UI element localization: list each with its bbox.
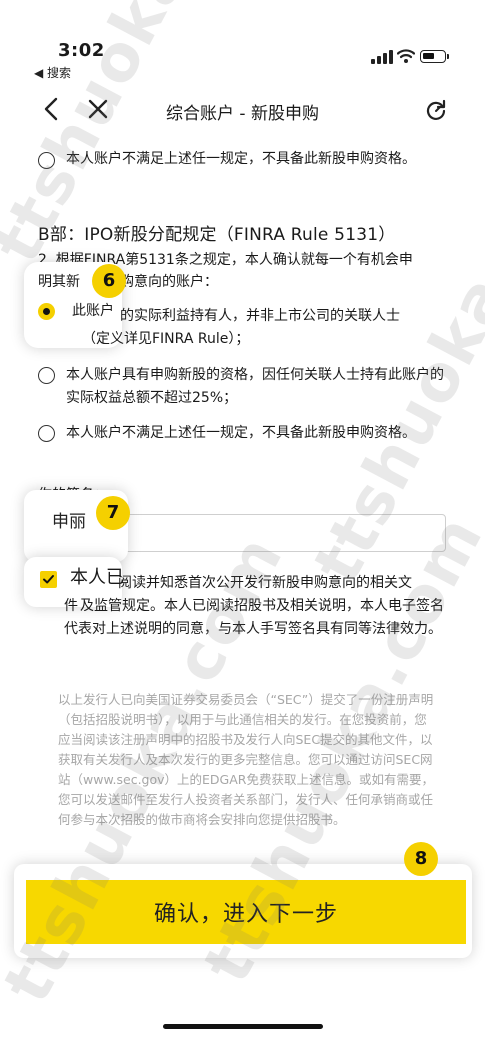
tutorial-step-badge-7: 7 [96, 496, 130, 530]
radio-option-not-related-person[interactable] [38, 303, 55, 320]
wifi-icon [397, 49, 415, 63]
cellular-signal-icon [371, 50, 393, 64]
battery-icon [420, 50, 449, 63]
part-b-title: B部：IPO新股分配规定（FINRA Rule 5131） [38, 225, 396, 245]
checkmark-icon [43, 575, 54, 584]
agreement-label-highlight: 本人已 [70, 567, 124, 588]
part-b-intro-line2-end: 购意向的账户： [120, 274, 218, 290]
radio-option-part-b-not-eligible[interactable] [38, 425, 55, 442]
home-indicator [163, 1024, 323, 1029]
option1-label-prefix: 此账户 [72, 303, 114, 319]
tutorial-step-badge-6: 6 [92, 264, 126, 298]
refresh-icon[interactable] [424, 98, 448, 122]
option-part-a-not-eligible-label: 本人账户不满足上述任一规定，不具备此新股申购资格。 [66, 151, 416, 167]
option1-label-line2: （定义详见FINRA Rule）； [82, 331, 250, 347]
tutorial-step-badge-8: 8 [404, 842, 438, 876]
agreement-checkbox[interactable] [40, 571, 57, 588]
radio-option-related-under-25[interactable] [38, 367, 55, 384]
signature-value: 申丽 [52, 512, 86, 532]
option1-label-rest: 的实际利益持有人，并非上市公司的关联人士 [120, 308, 400, 324]
